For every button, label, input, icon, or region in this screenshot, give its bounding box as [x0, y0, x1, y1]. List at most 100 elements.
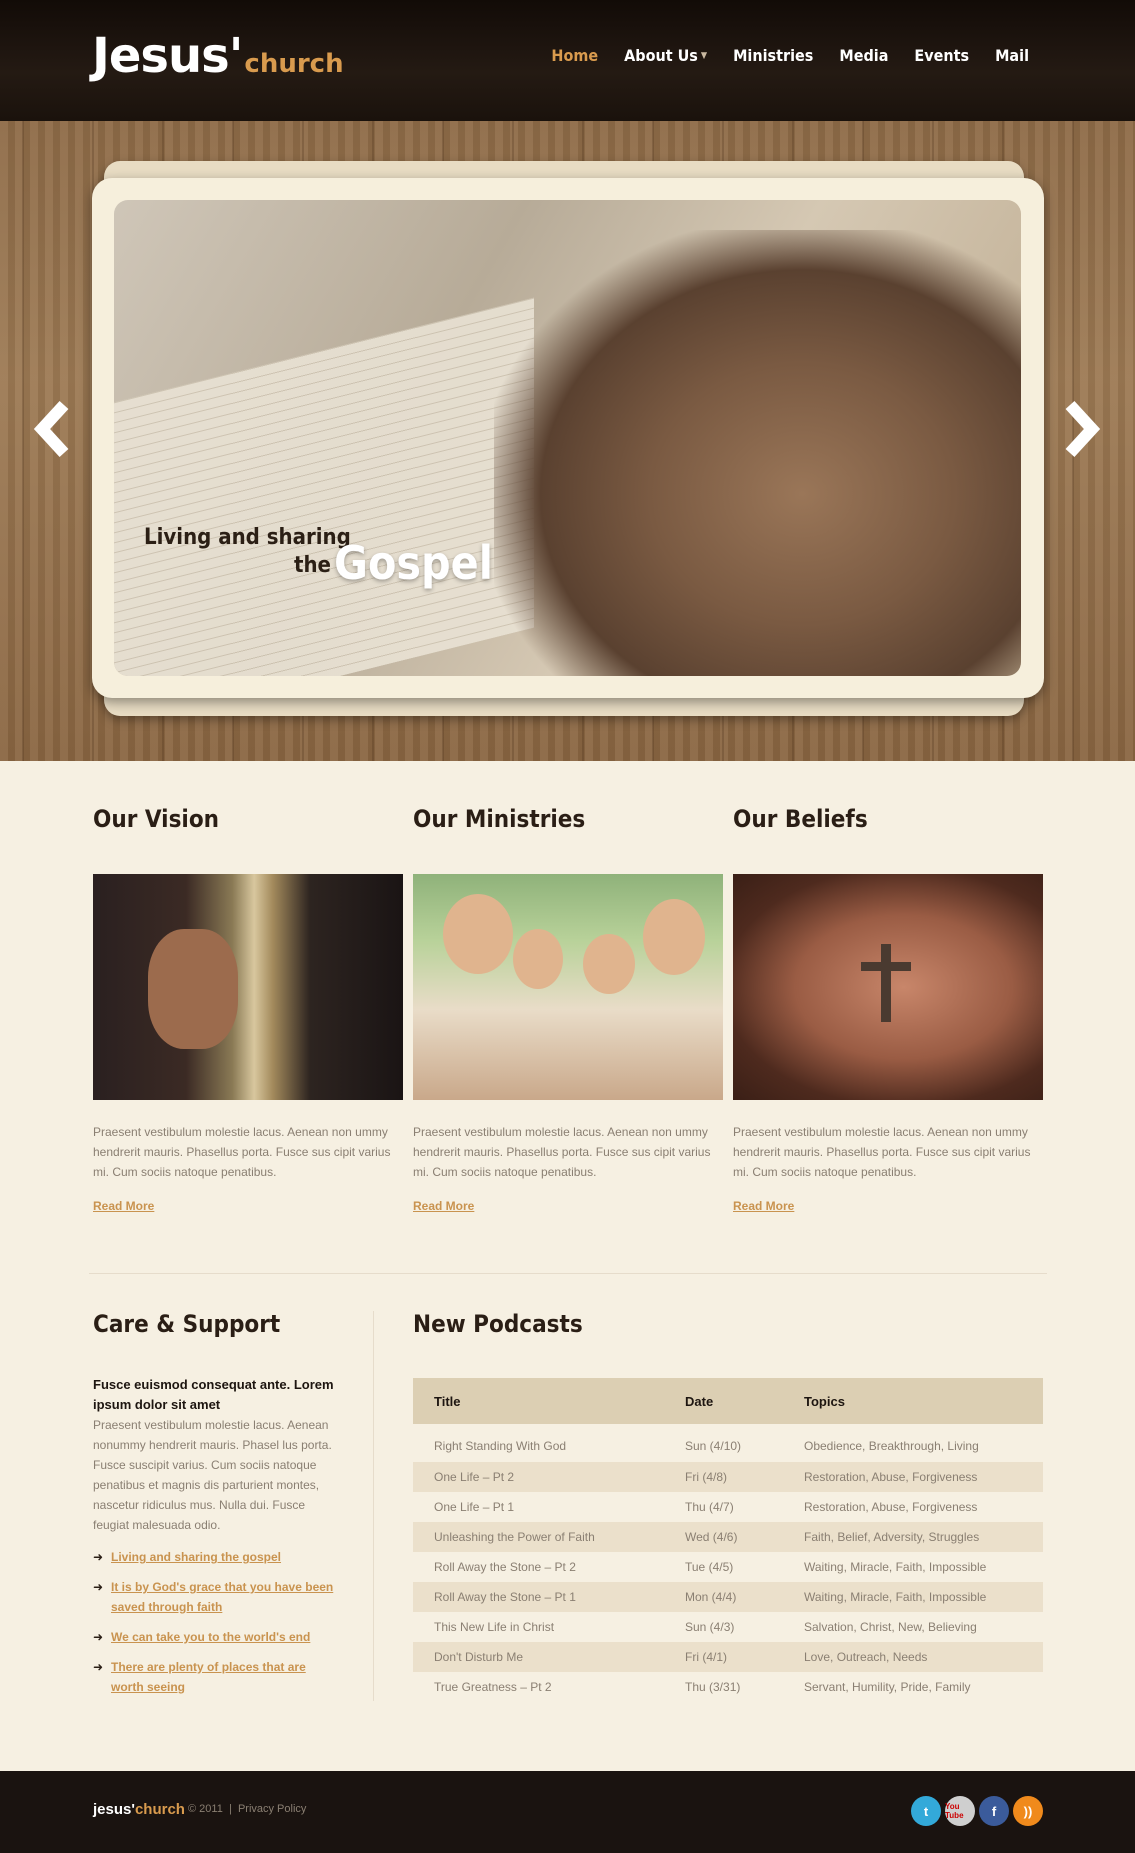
care-text: Praesent vestibulum molestie lacus. Aene…	[93, 1418, 332, 1532]
hand-graphic	[148, 929, 238, 1049]
hero-slider: Living and sharing the Gospel	[0, 121, 1135, 761]
column-header-topics: Topics	[783, 1378, 1043, 1424]
nav-item-home[interactable]: Home	[551, 46, 598, 65]
beliefs-image	[733, 874, 1043, 1100]
face-graphic	[643, 899, 705, 975]
podcast-date-cell: Tue (4/5)	[685, 1560, 734, 1574]
table-row[interactable]: True Greatness – Pt 2 Thu (3/31) Servant, …	[413, 1672, 1043, 1702]
face-graphic	[583, 934, 635, 994]
nav-item-events[interactable]: Events	[914, 46, 969, 65]
column-header-date: Date	[664, 1378, 783, 1424]
care-link[interactable]: There are plenty of places that are wort…	[111, 1660, 306, 1694]
rss-icon[interactable]: ))	[1013, 1796, 1043, 1826]
table-row[interactable]: One Life – Pt 1 Thu (4/7) Restoration, Abu…	[413, 1492, 1043, 1522]
site-header: Jesus'church Home About Us ▼ Ministries M…	[0, 0, 1135, 121]
site-logo[interactable]: Jesus'church	[92, 28, 344, 84]
column-vision: Our Vision Praesent vestibulum molestie …	[93, 805, 403, 1215]
site-footer: jesus'church © 2011 | Privacy Policy t Y…	[0, 1771, 1135, 1853]
nav-label: About Us	[624, 46, 698, 65]
read-more-link[interactable]: Read More	[733, 1199, 794, 1213]
podcasts-title: New Podcasts	[413, 1310, 583, 1338]
footer-logo[interactable]: jesus'church	[93, 1801, 185, 1818]
table-row[interactable]: Roll Away the Stone – Pt 1 Mon (4/4) Waiti…	[413, 1582, 1043, 1612]
vision-image	[93, 874, 403, 1100]
facebook-icon[interactable]: f	[979, 1796, 1009, 1826]
podcast-topics-cell: Servant, Humility, Pride, Family	[804, 1680, 971, 1694]
caret-down-icon: ▼	[700, 50, 708, 61]
podcasts-table: Title Date Topics Right Standing With Go…	[413, 1378, 1043, 1702]
nav-label: Ministries	[733, 46, 814, 65]
arrow-right-icon: ➜	[93, 1660, 104, 1674]
podcasts-section: New Podcasts Title Date Topics Right Sta…	[413, 1310, 1043, 1702]
table-row[interactable]: One Life – Pt 2 Fri (4/8) Restoration, Abu…	[413, 1462, 1043, 1492]
care-lead: Fusce euismod consequat ante. Lorem ipsu…	[93, 1377, 334, 1412]
podcast-topics-cell: Obedience, Breakthrough, Living	[804, 1439, 979, 1453]
main-nav: Home About Us ▼ Ministries Media Events M…	[551, 46, 1029, 65]
podcast-date-cell: Thu (4/7)	[685, 1500, 734, 1514]
podcast-title-cell: One Life – Pt 1	[434, 1500, 515, 1514]
ministries-image	[413, 874, 723, 1100]
podcast-date-cell: Fri (4/1)	[664, 1642, 783, 1672]
nav-item-mail[interactable]: Mail	[995, 46, 1029, 65]
podcast-title-cell: Roll Away the Stone – Pt 2	[434, 1560, 576, 1574]
podcast-topics-cell: Salvation, Christ, New, Believing	[804, 1620, 977, 1634]
list-item: ➜ We can take you to the world's end	[93, 1627, 338, 1647]
column-text: Praesent vestibulum molestie lacus. Aene…	[413, 1125, 711, 1179]
care-title: Care & Support	[93, 1310, 281, 1338]
podcast-title-cell: One Life – Pt 2	[413, 1462, 664, 1492]
podcast-title-cell: Don't Disturb Me	[413, 1642, 664, 1672]
privacy-policy-link[interactable]: Privacy Policy	[238, 1803, 306, 1815]
footer-logo-sub: church	[134, 1801, 185, 1818]
table-row[interactable]: Unleashing the Power of Faith Wed (4/6) Fa…	[413, 1522, 1043, 1552]
column-text: Praesent vestibulum molestie lacus. Aene…	[733, 1125, 1031, 1179]
column-header-title: Title	[413, 1378, 664, 1424]
logo-main-text: Jesus'	[92, 28, 243, 84]
table-header-row: Title Date Topics	[413, 1378, 1043, 1424]
podcast-title-cell: Roll Away the Stone – Pt 1	[413, 1582, 664, 1612]
podcast-date-cell: Sun (4/10)	[685, 1439, 742, 1453]
slider-next-button[interactable]	[1060, 399, 1104, 459]
table-row[interactable]: Roll Away the Stone – Pt 2 Tue (4/5) Waiti…	[413, 1552, 1043, 1582]
footer-logo-main: jesus'	[93, 1801, 135, 1818]
care-links: ➜ Living and sharing the gospel ➜ It is by…	[93, 1547, 338, 1697]
read-more-link[interactable]: Read More	[413, 1199, 474, 1213]
care-link[interactable]: We can take you to the world's end	[111, 1630, 310, 1644]
care-link[interactable]: It is by God's grace that you have been …	[111, 1580, 333, 1614]
list-item: ➜ There are plenty of places that are wor…	[93, 1657, 338, 1697]
column-title: Our Ministries	[413, 805, 586, 833]
nav-item-media[interactable]: Media	[839, 46, 888, 65]
podcast-title-cell: This New Life in Christ	[434, 1620, 555, 1634]
slider-prev-button[interactable]	[30, 399, 74, 459]
arrow-right-icon: ➜	[93, 1630, 104, 1644]
podcast-topics-cell: Faith, Belief, Adversity, Struggles	[783, 1522, 1043, 1552]
podcast-topics-cell: Waiting, Miracle, Faith, Impossible	[804, 1560, 987, 1574]
nav-label: Media	[839, 46, 889, 65]
praying-hands-graphic	[494, 230, 1021, 676]
podcast-title-cell: Right Standing With God	[434, 1439, 567, 1453]
care-link[interactable]: Living and sharing the gospel	[111, 1550, 281, 1564]
chevron-left-icon	[33, 400, 69, 458]
table-row[interactable]: This New Life in Christ Sun (4/3) Salvatio…	[413, 1612, 1043, 1642]
podcast-date-cell: Wed (4/6)	[664, 1522, 783, 1552]
podcast-date-cell: Thu (3/31)	[685, 1680, 741, 1694]
column-title: Our Beliefs	[733, 805, 868, 833]
nav-item-about-us[interactable]: About Us ▼	[624, 46, 707, 65]
nav-item-ministries[interactable]: Ministries	[733, 46, 813, 65]
cross-icon	[881, 944, 891, 1022]
twitter-icon[interactable]: t	[911, 1796, 941, 1826]
nav-label: Events	[914, 46, 970, 65]
column-beliefs: Our Beliefs Praesent vestibulum molestie…	[733, 805, 1043, 1215]
face-graphic	[513, 929, 563, 989]
section-divider	[89, 1273, 1047, 1274]
podcast-topics-cell: Restoration, Abuse, Forgiveness	[783, 1462, 1043, 1492]
podcast-date-cell: Fri (4/8)	[664, 1462, 783, 1492]
social-links: t You Tube f ))	[911, 1796, 1043, 1826]
separator: |	[228, 1803, 232, 1815]
arrow-right-icon: ➜	[93, 1580, 104, 1594]
table-row[interactable]: Right Standing With God Sun (4/10) Obedien…	[413, 1424, 1043, 1462]
table-row[interactable]: Don't Disturb Me Fri (4/1) Love, Outreach,…	[413, 1642, 1043, 1672]
list-item: ➜ Living and sharing the gospel	[93, 1547, 338, 1567]
youtube-icon[interactable]: You Tube	[945, 1796, 975, 1826]
read-more-link[interactable]: Read More	[93, 1199, 154, 1213]
care-support-section: Care & Support Fusce euismod consequat a…	[93, 1310, 338, 1707]
